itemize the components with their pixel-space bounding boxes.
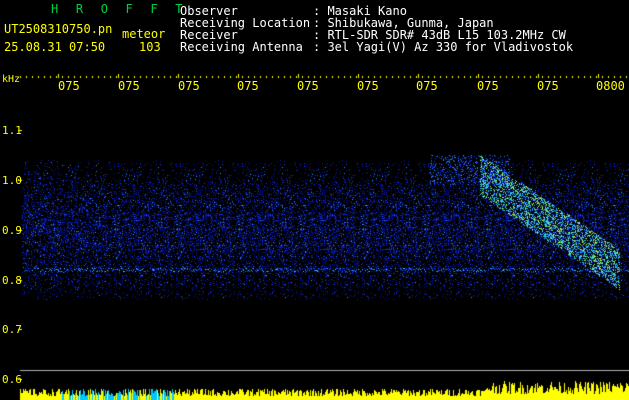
date-time: 25.08.31 07:50 <box>4 40 106 54</box>
antenna-value: : 3el Yagi(V) Az 330 for Vladivostok <box>313 40 574 54</box>
x-tick-8: 075 <box>477 80 499 92</box>
y-axis-unit: kHz <box>2 74 21 85</box>
meteor-count: 103 <box>139 40 161 54</box>
x-tick-6: 075 <box>357 80 379 92</box>
y-tick-1: 1.1 <box>2 124 22 137</box>
y-tick-5: 0.7 <box>2 323 22 336</box>
y-tick-2: 1.0 <box>2 174 22 187</box>
antenna-label: Receiving Antenna <box>180 40 303 54</box>
y-tick-3: 0.9 <box>2 224 22 237</box>
x-tick-5: 075 <box>297 80 319 92</box>
hrofft-screen: H R O F F T UT2508310750.pn meteor 25.08… <box>0 0 629 400</box>
y-tick-6: 0.6 <box>2 373 22 386</box>
x-tick-2: 075 <box>118 80 140 92</box>
x-tick-1: 075 <box>58 80 80 92</box>
brand-title: H R O F F T <box>51 2 188 16</box>
file-name: UT2508310750.pn <box>4 22 113 36</box>
x-tick-7: 075 <box>416 80 438 92</box>
x-tick-9: 075 <box>537 80 559 92</box>
x-tick-10: 0800 <box>596 80 625 92</box>
y-tick-4: 0.8 <box>2 274 22 287</box>
x-tick-4: 075 <box>237 80 259 92</box>
x-tick-3: 075 <box>178 80 200 92</box>
spectrogram-canvas <box>0 0 629 400</box>
event-type: meteor <box>122 27 166 41</box>
